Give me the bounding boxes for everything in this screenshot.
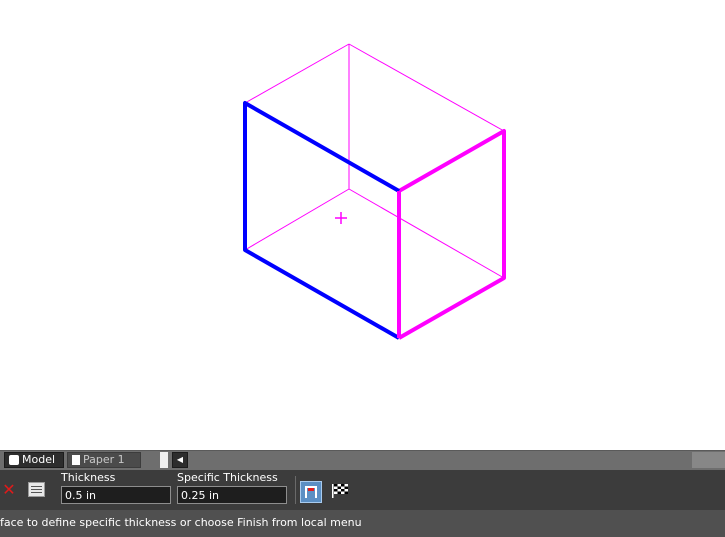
close-icon[interactable]: ✕ [2,482,16,498]
specific-thickness-field-group: Specific Thickness [177,472,287,504]
tab-model[interactable]: Model [4,452,64,468]
toolbar-separator [295,476,296,504]
tab-model-label: Model [22,453,56,466]
front-face-edges[interactable] [243,101,400,340]
face-select-icon[interactable] [300,481,322,503]
edge-bottom-back-left [244,188,350,251]
tab-paper-1[interactable]: Paper 1 [67,452,141,468]
right-face-edges[interactable] [398,129,506,340]
thickness-label: Thickness [61,471,116,484]
box-wireframe [243,43,506,340]
tool-options-bar: ✕ Thickness Specific Thickness [0,470,725,510]
specific-thickness-label: Specific Thickness [177,471,278,484]
drawing-viewport[interactable] [0,0,725,450]
edge-bottom-back-right [348,188,505,279]
status-bar: face to define specific thickness or cho… [0,510,725,537]
specific-thickness-input[interactable] [177,486,287,504]
horizontal-scrollbar-thumb[interactable] [692,452,725,468]
scroll-left-icon[interactable]: ◀ [172,452,188,468]
checkered-flag-icon[interactable] [331,483,349,499]
camera-icon [9,455,19,465]
tab-splitter[interactable] [160,452,168,468]
tab-paper-label: Paper 1 [83,453,125,466]
table-icon[interactable] [28,482,45,497]
layout-tab-strip: Model Paper 1 ◀ [0,450,725,470]
status-prompt: face to define specific thickness or cho… [0,516,362,529]
edge-top-back-right [348,43,505,132]
crosshair-icon [335,212,347,224]
thickness-field-group: Thickness [61,472,171,504]
edge-top-back-left [244,43,350,104]
thickness-input[interactable] [61,486,171,504]
sheet-icon [72,455,80,465]
